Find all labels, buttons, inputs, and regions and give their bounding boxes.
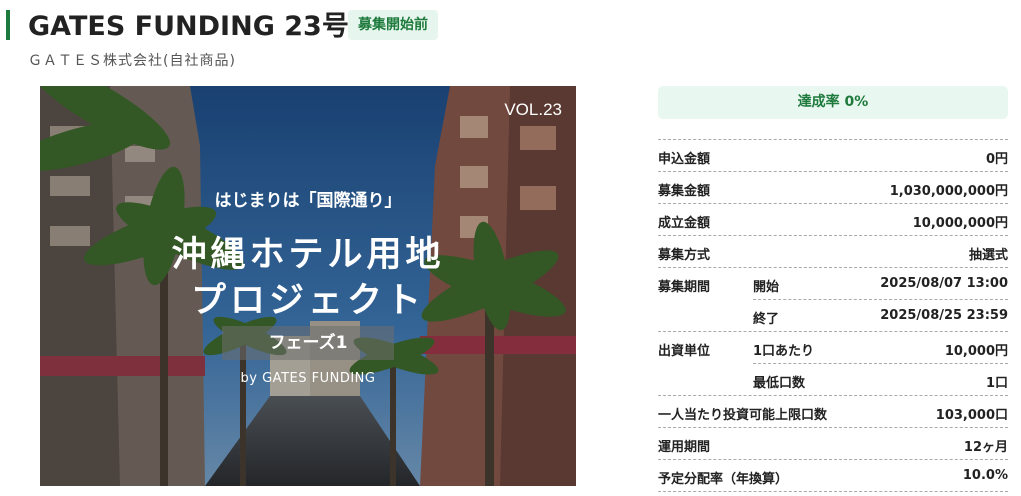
detail-label: 申込金額 <box>658 152 711 167</box>
detail-value: 1,030,000,000円 <box>889 184 1008 199</box>
period-end: 終了 2025/08/25 23:59 <box>753 299 1008 331</box>
detail-label: 募集金額 <box>658 184 711 199</box>
detail-label: 一人当たり投資可能上限口数 <box>658 408 828 423</box>
detail-row-max-units: 一人当たり投資可能上限口数 103,000口 <box>658 396 1008 428</box>
sub-label: 最低口数 <box>753 376 806 391</box>
hero-byline: by GATES FUNDING <box>240 371 376 386</box>
detail-label: 成立金額 <box>658 216 711 231</box>
sub-value: 2025/08/25 23:59 <box>880 308 1008 323</box>
detail-row-unit: 出資単位 1口あたり 10,000円 最低口数 1口 <box>658 332 1008 396</box>
detail-value: 抽選式 <box>968 248 1008 263</box>
unit-min-units: 最低口数 1口 <box>753 363 1008 395</box>
unit-per-unit: 1口あたり 10,000円 <box>753 332 1008 363</box>
detail-label: 募集期間 <box>658 280 711 295</box>
sub-label: 開始 <box>753 280 780 295</box>
detail-row-period: 募集期間 開始 2025/08/07 13:00 終了 2025/08/25 2… <box>658 268 1008 332</box>
sub-label: 1口あたり <box>753 344 815 359</box>
phase-label: フェーズ1 <box>222 326 394 360</box>
detail-row-term: 運用期間 12ヶ月 <box>658 428 1008 460</box>
detail-row-method: 募集方式 抽選式 <box>658 236 1008 268</box>
page-title: GATES FUNDING 23号 <box>28 11 349 42</box>
detail-row-yield: 予定分配率（年換算） 10.0% <box>658 460 1008 492</box>
detail-label: 予定分配率（年換算） <box>658 472 789 487</box>
company-name: ＧＡＴＥＳ株式会社(自社商品) <box>28 53 236 69</box>
achievement-rate: 達成率 0% <box>658 86 1008 119</box>
project-hero-image: VOL.23 はじまりは「国際通り」 沖縄ホテル用地 プロジェクト フェーズ1 … <box>40 86 576 486</box>
detail-value: 10,000,000円 <box>912 216 1008 231</box>
status-badge: 募集開始前 <box>348 10 438 40</box>
detail-row-target-amount: 募集金額 1,030,000,000円 <box>658 172 1008 204</box>
sub-value: 1口 <box>985 376 1008 391</box>
detail-label: 募集方式 <box>658 248 711 263</box>
detail-row-applied-amount: 申込金額 0円 <box>658 140 1008 172</box>
detail-value: 12ヶ月 <box>963 440 1008 455</box>
detail-label: 出資単位 <box>658 344 711 359</box>
detail-value: 103,000口 <box>935 408 1008 423</box>
sub-value: 10,000円 <box>944 344 1008 359</box>
hero-subtitle: はじまりは「国際通り」 <box>214 191 402 211</box>
volume-label: VOL.23 <box>504 100 562 119</box>
period-start: 開始 2025/08/07 13:00 <box>753 268 1008 299</box>
detail-label: 運用期間 <box>658 440 711 455</box>
title-accent-bar <box>6 10 10 40</box>
fund-details-table: 申込金額 0円 募集金額 1,030,000,000円 成立金額 10,000,… <box>658 139 1008 492</box>
hero-title-line1: 沖縄ホテル用地 <box>171 235 445 275</box>
hero-title-line2: プロジェクト <box>190 281 425 321</box>
detail-row-min-amount: 成立金額 10,000,000円 <box>658 204 1008 236</box>
detail-value: 10.0% <box>962 468 1008 483</box>
sub-label: 終了 <box>753 312 780 327</box>
sub-value: 2025/08/07 13:00 <box>880 276 1008 291</box>
detail-value: 0円 <box>985 152 1008 167</box>
